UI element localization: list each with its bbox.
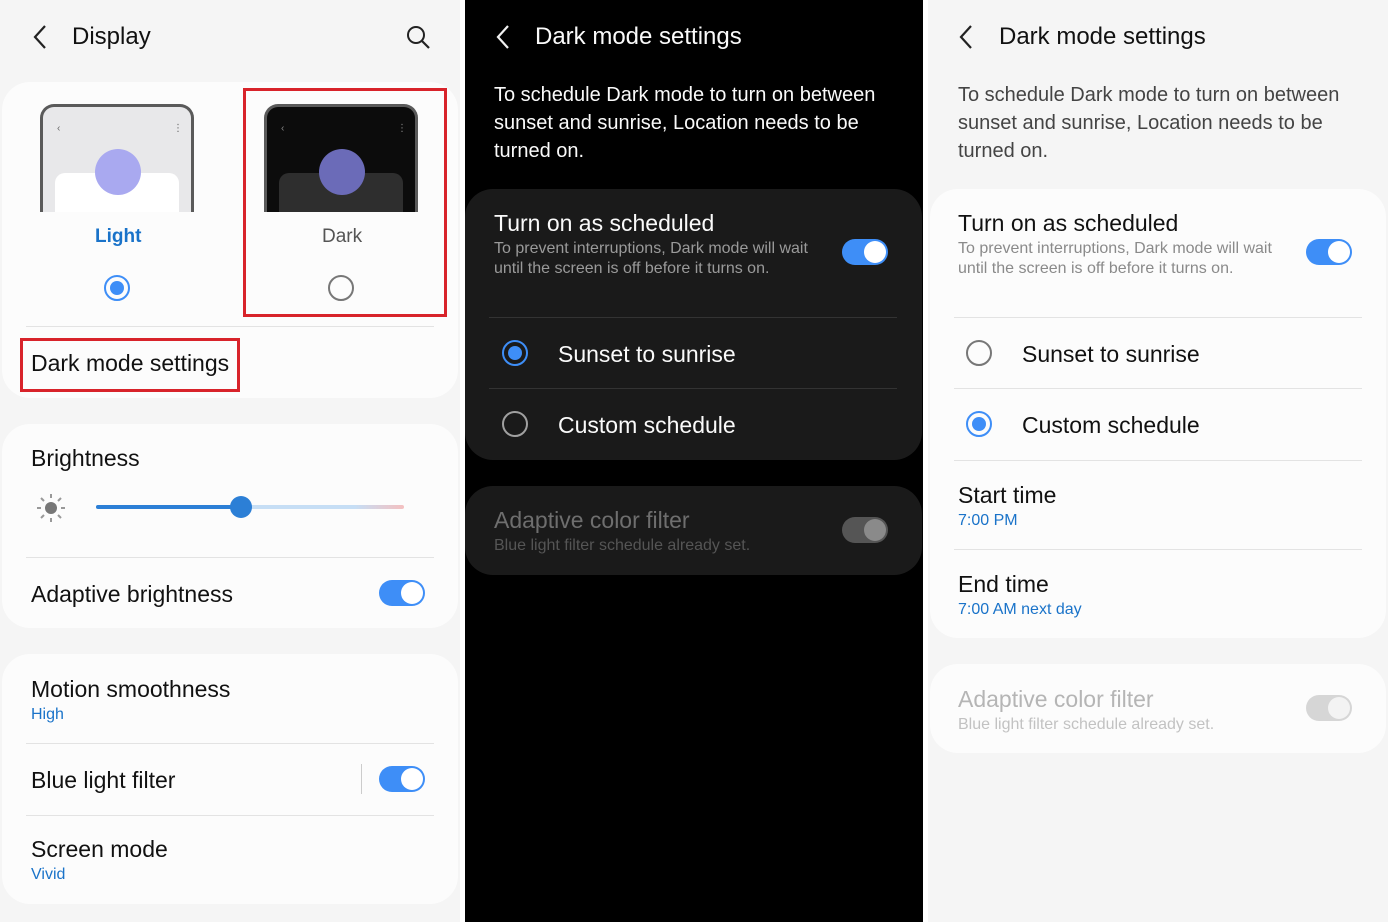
divider xyxy=(26,326,434,327)
divider xyxy=(954,549,1362,550)
adaptive-color-filter-label: Adaptive color filter xyxy=(958,686,1154,712)
turn-on-scheduled-sub: To prevent interruptions, Dark mode will… xyxy=(494,240,808,277)
motion-card: Motion smoothness High Blue light filter… xyxy=(2,654,458,904)
sunset-to-sunrise-label[interactable]: Sunset to sunrise xyxy=(558,340,736,368)
divider xyxy=(489,317,897,318)
light-theme-radio[interactable] xyxy=(104,275,130,301)
custom-schedule-radio[interactable] xyxy=(966,411,992,437)
sun-icon xyxy=(37,494,65,522)
screen-mode-value: Vivid xyxy=(31,866,66,883)
divider xyxy=(954,317,1362,318)
adaptive-brightness-toggle[interactable] xyxy=(379,580,425,606)
screen-mode-label[interactable]: Screen mode xyxy=(31,835,168,863)
brightness-card: Brightness Adaptive brightness xyxy=(2,424,458,628)
back-arrow-icon[interactable] xyxy=(956,22,976,52)
schedule-card: Turn on as scheduled To prevent interrup… xyxy=(465,189,922,460)
adaptive-color-filter-sub: Blue light filter schedule already set. xyxy=(958,716,1215,733)
adaptive-color-filter-toggle xyxy=(1306,695,1352,721)
search-icon[interactable] xyxy=(405,24,431,50)
location-description: To schedule Dark mode to turn on between… xyxy=(958,84,1340,162)
start-time-label[interactable]: Start time xyxy=(958,481,1056,509)
mini-back-icon: ‹ xyxy=(57,123,61,134)
adaptive-color-filter-toggle xyxy=(842,517,888,543)
page-title: Dark mode settings xyxy=(535,23,742,50)
schedule-card: Turn on as scheduled To prevent interrup… xyxy=(930,189,1386,638)
page-title: Dark mode settings xyxy=(999,23,1206,50)
divider xyxy=(26,557,434,558)
turn-on-scheduled-toggle[interactable] xyxy=(842,239,888,265)
sunset-to-sunrise-radio[interactable] xyxy=(502,340,528,366)
page-title: Display xyxy=(72,23,151,50)
adaptive-color-filter-card: Adaptive color filter Blue light filter … xyxy=(465,486,922,575)
sunset-to-sunrise-label[interactable]: Sunset to sunrise xyxy=(1022,340,1200,368)
motion-smoothness-label[interactable]: Motion smoothness xyxy=(31,675,230,703)
dark-mode-settings-dark-screen: Dark mode settings To schedule Dark mode… xyxy=(465,0,923,922)
vertical-divider xyxy=(361,764,362,794)
highlight-dark-theme xyxy=(243,88,447,317)
brightness-label: Brightness xyxy=(31,445,140,471)
brightness-slider-thumb[interactable] xyxy=(229,496,252,518)
turn-on-scheduled-toggle[interactable] xyxy=(1306,239,1352,265)
brightness-slider-fill xyxy=(96,505,241,509)
divider xyxy=(26,743,434,744)
divider xyxy=(954,460,1362,461)
start-time-value: 7:00 PM xyxy=(958,512,1018,529)
turn-on-scheduled-label: Turn on as scheduled xyxy=(494,210,715,236)
custom-schedule-label[interactable]: Custom schedule xyxy=(558,411,736,439)
divider xyxy=(26,815,434,816)
divider xyxy=(954,388,1362,389)
brightness-slider[interactable] xyxy=(96,496,404,518)
light-theme-label: Light xyxy=(95,226,142,247)
turn-on-scheduled-sub: To prevent interruptions, Dark mode will… xyxy=(958,240,1272,277)
light-theme-preview[interactable]: ‹ ⋮ xyxy=(40,104,194,212)
blue-light-filter-toggle[interactable] xyxy=(379,766,425,792)
mini-more-icon: ⋮ xyxy=(173,123,183,134)
turn-on-scheduled-label: Turn on as scheduled xyxy=(958,210,1179,236)
motion-smoothness-value: High xyxy=(31,706,64,723)
adaptive-color-filter-label: Adaptive color filter xyxy=(494,507,690,533)
adaptive-brightness-label: Adaptive brightness xyxy=(31,581,234,607)
display-screen: Display ‹ ⋮ Light ‹ ⋮ Dark Dark mode set… xyxy=(0,0,460,922)
blue-light-filter-label[interactable]: Blue light filter xyxy=(31,766,175,794)
custom-schedule-radio[interactable] xyxy=(502,411,528,437)
preview-circle xyxy=(95,149,141,195)
divider xyxy=(489,388,897,389)
adaptive-color-filter-card: Adaptive color filter Blue light filter … xyxy=(930,664,1386,753)
sunset-to-sunrise-radio[interactable] xyxy=(966,340,992,366)
end-time-value: 7:00 AM next day xyxy=(958,601,1082,618)
custom-schedule-label[interactable]: Custom schedule xyxy=(1022,411,1200,439)
dark-mode-settings-light-screen: Dark mode settings To schedule Dark mode… xyxy=(928,0,1388,922)
end-time-label[interactable]: End time xyxy=(958,570,1049,598)
back-arrow-icon[interactable] xyxy=(493,22,513,52)
adaptive-color-filter-sub: Blue light filter schedule already set. xyxy=(494,537,751,554)
highlight-dark-mode-settings xyxy=(20,338,240,392)
back-arrow-icon[interactable] xyxy=(30,22,50,52)
location-description: To schedule Dark mode to turn on between… xyxy=(494,84,876,162)
